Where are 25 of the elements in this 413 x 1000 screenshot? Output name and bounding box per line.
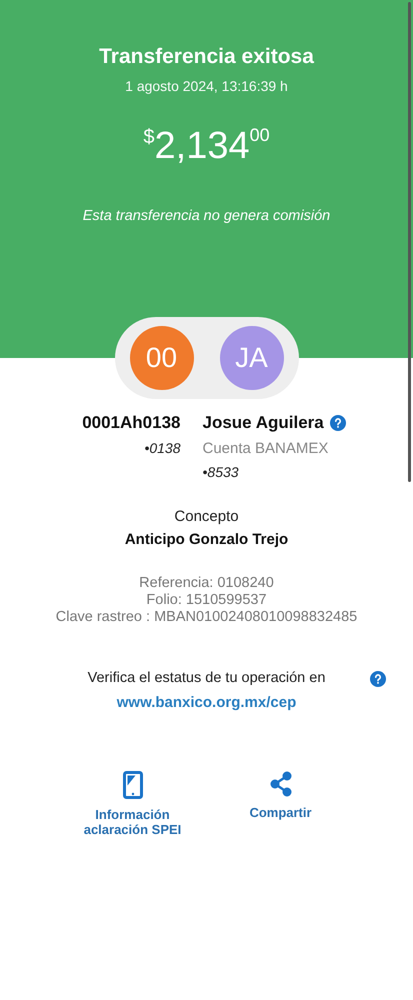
share-icon	[268, 771, 292, 797]
account-number: •0138	[144, 440, 180, 456]
date-time: 1 agosto 2024, 13:16:39 h	[125, 78, 288, 94]
help-icon[interactable]	[330, 415, 346, 431]
fee-note: Esta transferencia no genera comisión	[82, 208, 330, 224]
avatar: JA	[220, 326, 284, 390]
phone-icon	[122, 771, 142, 799]
action-button[interactable]: Información aclaración SPEI	[78, 771, 188, 837]
detail-line: Clave rastreo : MBAN01002408010098832485	[54, 609, 358, 626]
detail-line: Folio: 1510599537	[145, 592, 268, 609]
bank-name: Cuenta BANAMEX	[202, 440, 328, 457]
verify-text: Verifica el estatus de tu operación en	[88, 670, 326, 686]
concept-value: Anticipo Gonzalo Trejo	[124, 531, 290, 548]
title: Transferencia exitosa	[99, 45, 314, 69]
account-number: •8533	[202, 464, 239, 480]
amount: $^{$}$2,134$^{00}$	[143, 124, 270, 168]
concept-label: Concepto	[173, 508, 240, 525]
action-button[interactable]: Compartir	[226, 771, 336, 837]
help-icon[interactable]	[370, 671, 386, 687]
party-name: Josue Aguilera	[202, 413, 324, 433]
detail-line: Referencia: 0108240	[138, 575, 275, 592]
party-name: 0001Ah0138	[82, 413, 180, 433]
scrollbar[interactable]	[408, 2, 411, 482]
verify-link[interactable]: www.banxico.org.mx/cep	[116, 694, 296, 711]
avatar: 00	[130, 326, 194, 390]
